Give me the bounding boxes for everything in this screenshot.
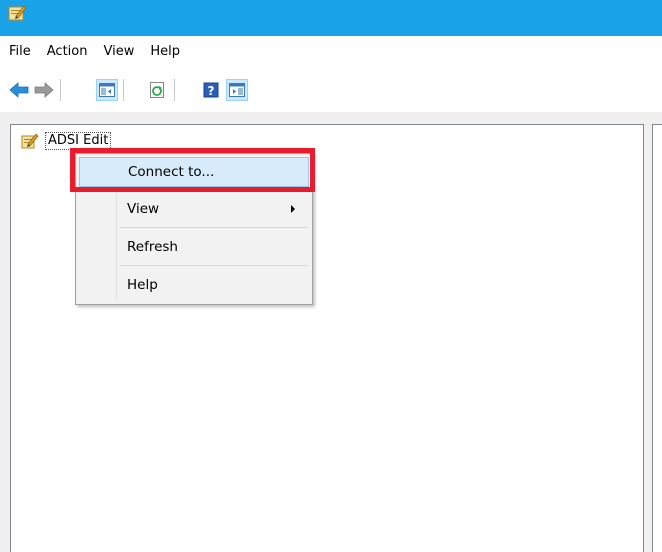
context-menu-item-label: Connect to...: [128, 164, 215, 180]
context-menu-separator: [120, 191, 308, 192]
menu-view[interactable]: View: [95, 40, 142, 64]
tree-node-adsi-edit[interactable]: ADSI Edit: [21, 131, 112, 151]
context-menu-item-label: View: [127, 201, 160, 217]
context-menu-item-help[interactable]: Help: [79, 270, 309, 300]
adsi-edit-icon: [21, 133, 39, 149]
tree-node-label[interactable]: ADSI Edit: [45, 132, 112, 150]
adsi-edit-app-icon[interactable]: [8, 4, 26, 22]
forward-arrow-icon: [34, 82, 54, 98]
context-menu-item-label: Refresh: [127, 239, 178, 255]
context-menu-item-refresh[interactable]: Refresh: [79, 232, 309, 262]
menu-action[interactable]: Action: [39, 40, 96, 64]
action-pane-icon: [229, 83, 245, 97]
help-icon: ?: [203, 82, 219, 98]
context-menu-separator: [120, 227, 308, 228]
toolbar-separator: [60, 79, 61, 101]
context-menu-item-label: Help: [127, 277, 158, 293]
submenu-arrow-icon: [291, 205, 295, 213]
context-menu-separator: [120, 265, 308, 266]
svg-text:?: ?: [208, 84, 215, 98]
context-menu-item-connect-to[interactable]: Connect to...: [79, 157, 309, 187]
refresh-button[interactable]: [146, 79, 168, 101]
details-pane[interactable]: [652, 124, 662, 552]
toolbar-separator: [123, 79, 124, 101]
show-hide-action-pane-button[interactable]: [226, 79, 248, 101]
menu-help[interactable]: Help: [142, 40, 188, 64]
refresh-icon: [150, 82, 164, 98]
menu-file[interactable]: File: [0, 40, 39, 64]
menu-bar: File Action View Help: [0, 36, 662, 68]
toolbar: ?: [0, 68, 662, 113]
title-bar[interactable]: [0, 0, 662, 36]
context-menu-item-view[interactable]: View: [79, 194, 309, 224]
show-hide-console-tree-button[interactable]: [96, 79, 118, 101]
console-tree-icon: [99, 83, 115, 97]
toolbar-separator: [174, 79, 175, 101]
back-arrow-icon: [9, 82, 29, 98]
forward-button[interactable]: [33, 79, 55, 101]
back-button[interactable]: [8, 79, 30, 101]
context-menu: Connect to... View Refresh Help: [75, 153, 313, 305]
adsi-edit-window: File Action View Help ? ADSI Edit Connec…: [0, 0, 662, 552]
help-button[interactable]: ?: [200, 79, 222, 101]
